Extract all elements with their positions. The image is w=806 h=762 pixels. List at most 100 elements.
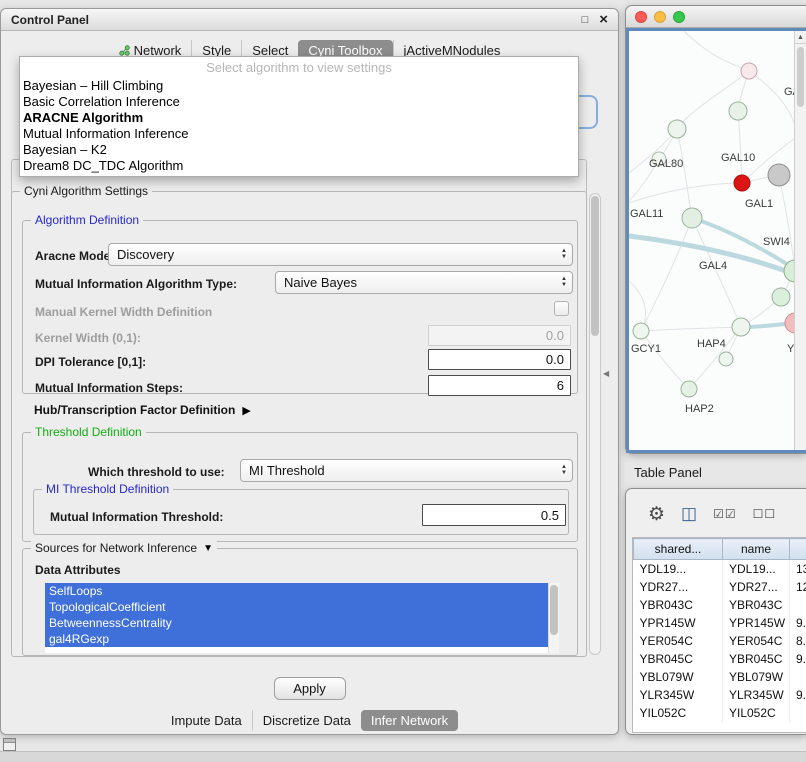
minimize-traffic-light-icon[interactable] bbox=[654, 11, 666, 23]
network-node[interactable] bbox=[729, 102, 747, 120]
network-node[interactable] bbox=[682, 208, 702, 228]
network-edge[interactable] bbox=[641, 327, 741, 331]
column-header-name[interactable]: name bbox=[723, 539, 790, 560]
scrollbar-thumb[interactable] bbox=[797, 47, 804, 107]
network-node[interactable] bbox=[719, 352, 733, 366]
algorithm-option-bayesian-k2[interactable]: Bayesian – K2 bbox=[20, 142, 578, 158]
close-window-icon[interactable]: × bbox=[599, 14, 608, 26]
gear-icon[interactable]: ⚙ bbox=[648, 503, 665, 526]
table-toolbar: ⚙ ◫ ☑☑ ☐☐ bbox=[626, 497, 806, 531]
dpi-tolerance-input[interactable] bbox=[428, 349, 571, 370]
network-node-label: GAL1 bbox=[745, 198, 773, 210]
network-node[interactable] bbox=[734, 175, 750, 191]
aracne-mode-combo[interactable]: Discovery ▲▼ bbox=[108, 243, 573, 266]
algorithm-option-mutual-information-inference[interactable]: Mutual Information Inference bbox=[20, 126, 578, 142]
data-attributes-label: Data Attributes bbox=[35, 563, 121, 577]
algorithm-option-dream8-dc-tdc-algorithm[interactable]: Dream8 DC_TDC Algorithm bbox=[20, 158, 578, 174]
attribute-item-gal4rgexp[interactable]: gal4RGexp bbox=[45, 631, 559, 647]
attribute-item-topologicalcoefficient[interactable]: TopologicalCoefficient bbox=[45, 599, 559, 615]
attributes-scrollbar[interactable] bbox=[548, 583, 559, 653]
zoom-traffic-light-icon[interactable] bbox=[673, 11, 685, 23]
attribute-item-selfloops[interactable]: SelfLoops bbox=[45, 583, 559, 599]
network-node[interactable] bbox=[633, 323, 649, 339]
network-edge[interactable] bbox=[684, 31, 749, 71]
table-row[interactable]: YER054CYER054C8. bbox=[634, 632, 806, 650]
table-cell: YIL052C bbox=[723, 704, 790, 722]
mi-type-combo[interactable]: Naive Bayes ▲▼ bbox=[275, 271, 573, 294]
table-row[interactable]: YLR345WYLR345W9. bbox=[634, 686, 806, 704]
bottom-tabs: Impute DataDiscretize DataInfer Network bbox=[1, 709, 618, 732]
network-canvas[interactable]: GAL80GAL10GAL11GAL1SWI4GAL4GCY1HAP4HAP2G… bbox=[626, 28, 806, 453]
control-panel-titlebar[interactable]: Control Panel □ × bbox=[1, 9, 618, 31]
network-node-label: GAL10 bbox=[721, 152, 755, 164]
network-node[interactable] bbox=[681, 381, 697, 397]
aracne-mode-label: Aracne Mode: bbox=[35, 249, 114, 263]
scroll-up-icon[interactable]: ▲ bbox=[795, 31, 806, 44]
bottom-tab-infer-network[interactable]: Infer Network bbox=[361, 710, 458, 731]
restore-panel-icon[interactable] bbox=[3, 738, 16, 751]
network-edge[interactable] bbox=[641, 331, 689, 389]
algorithm-option-aracne-algorithm[interactable]: ARACNE Algorithm bbox=[20, 110, 578, 126]
network-node[interactable] bbox=[741, 63, 757, 79]
collapse-left-icon[interactable]: ◀ bbox=[603, 369, 609, 378]
cyni-settings-title: Cyni Algorithm Settings bbox=[20, 184, 152, 198]
network-node[interactable] bbox=[772, 288, 790, 306]
network-window-titlebar[interactable] bbox=[626, 6, 806, 28]
algorithm-option-basic-correlation-inference[interactable]: Basic Correlation Inference bbox=[20, 94, 578, 110]
network-edge[interactable] bbox=[738, 111, 742, 183]
table-cell: 12 bbox=[790, 578, 806, 596]
table-cell: YBR045C bbox=[634, 650, 723, 668]
table-row[interactable]: YDL19...YDL19...13 bbox=[634, 560, 806, 578]
table-row[interactable]: YPR145WYPR145W9. bbox=[634, 614, 806, 632]
network-node-label: SWI4 bbox=[763, 236, 790, 248]
algorithm-dropdown-list: Bayesian – Hill ClimbingBasic Correlatio… bbox=[20, 78, 578, 174]
table-row[interactable]: YBL079WYBL079W bbox=[634, 668, 806, 686]
table-cell: YER054C bbox=[634, 632, 723, 650]
close-traffic-light-icon[interactable] bbox=[635, 11, 647, 23]
float-window-icon[interactable]: □ bbox=[582, 14, 589, 26]
apply-button[interactable]: Apply bbox=[274, 677, 346, 700]
network-edge[interactable] bbox=[779, 175, 795, 271]
network-edge[interactable] bbox=[641, 218, 692, 331]
network-node[interactable] bbox=[668, 120, 686, 138]
algorithm-dropdown-placeholder: Select algorithm to view settings bbox=[20, 57, 578, 78]
window-controls: □ × bbox=[582, 14, 608, 26]
table-row[interactable]: YIL052CYIL052C bbox=[634, 704, 806, 722]
table-row[interactable]: YBR045CYBR045C9. bbox=[634, 650, 806, 668]
table-row[interactable]: YDR27...YDR27...12 bbox=[634, 578, 806, 596]
table-cell: YBL079W bbox=[634, 668, 723, 686]
table-cell: YDL19... bbox=[634, 560, 723, 578]
network-edge[interactable] bbox=[629, 183, 742, 203]
attribute-item-betweennesscentrality[interactable]: BetweennessCentrality bbox=[45, 615, 559, 631]
column-header-shared[interactable]: shared... bbox=[634, 539, 723, 560]
scrollbar-thumb[interactable] bbox=[550, 585, 558, 635]
mi-steps-input[interactable] bbox=[428, 375, 571, 396]
hub-section-toggle[interactable]: Hub/Transcription Factor Definition ▶ bbox=[34, 403, 251, 417]
dpi-tolerance-label: DPI Tolerance [0,1]: bbox=[35, 355, 146, 369]
scrollbar-thumb[interactable] bbox=[591, 196, 599, 336]
deselect-all-icon[interactable]: ☐☐ bbox=[753, 507, 777, 521]
network-node[interactable] bbox=[768, 164, 790, 186]
bottom-tab-discretize-data[interactable]: Discretize Data bbox=[252, 710, 361, 731]
select-all-icon[interactable]: ☑☑ bbox=[713, 507, 737, 521]
network-edge[interactable] bbox=[677, 129, 692, 218]
combo-arrow-down-icon: ▼ bbox=[561, 282, 567, 288]
table-cell: 13 bbox=[790, 560, 806, 578]
algorithm-option-bayesian-hill-climbing[interactable]: Bayesian – Hill Climbing bbox=[20, 78, 578, 94]
network-node[interactable] bbox=[732, 318, 750, 336]
column-header-extra[interactable] bbox=[790, 539, 806, 560]
network-scrollbar[interactable]: ▲ bbox=[794, 31, 806, 450]
table-row[interactable]: YBR043CYBR043C bbox=[634, 596, 806, 614]
mi-type-value: Naive Bayes bbox=[284, 275, 357, 290]
sources-group-title[interactable]: Sources for Network Inference ▼ bbox=[31, 541, 217, 555]
bottom-tab-impute-data[interactable]: Impute Data bbox=[161, 710, 252, 731]
columns-icon[interactable]: ◫ bbox=[681, 504, 697, 524]
which-threshold-combo[interactable]: MI Threshold ▲▼ bbox=[240, 459, 573, 482]
mi-threshold-input[interactable] bbox=[422, 504, 566, 526]
table-panel-titlebar[interactable]: Table Panel bbox=[625, 459, 806, 485]
cyni-algorithm-settings-group: Cyni Algorithm Settings Algorithm Defini… bbox=[11, 191, 587, 657]
manual-kernel-checkbox[interactable] bbox=[554, 301, 569, 316]
kernel-width-input[interactable] bbox=[428, 325, 571, 346]
status-bar bbox=[0, 751, 806, 762]
settings-scrollbar[interactable] bbox=[589, 193, 601, 655]
